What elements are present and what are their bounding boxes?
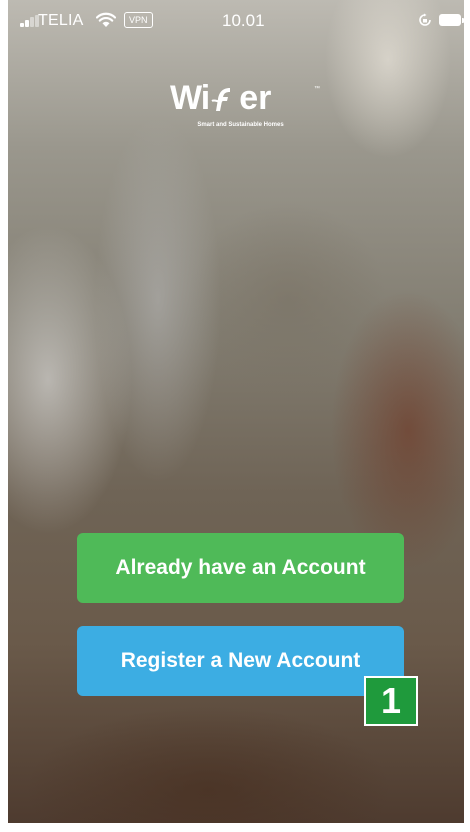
status-time: 10.01 <box>222 11 265 30</box>
step-marker: 1 <box>364 676 418 726</box>
register-new-account-button[interactable]: Register a New Account <box>77 626 404 696</box>
wifi-icon <box>96 12 116 27</box>
logo-wordmark: Wi er <box>170 79 272 117</box>
already-have-account-button[interactable]: Already have an Account <box>77 533 404 603</box>
rotation-lock-icon <box>419 13 431 26</box>
status-bar: TELIA VPN 10.01 <box>8 0 464 44</box>
battery-icon <box>439 14 461 26</box>
trademark-symbol: ™ <box>314 86 320 92</box>
logo-tagline: Smart and Sustainable Homes <box>197 122 284 128</box>
app-screen: TELIA VPN 10.01 Wi er ™ Smart and Sustai… <box>8 0 464 823</box>
logo-mark-icon <box>211 88 231 111</box>
device-frame: TELIA VPN 10.01 Wi er ™ Smart and Sustai… <box>0 0 470 832</box>
battery-tip <box>462 18 464 23</box>
wiser-logo: Wi er ™ Smart and Sustainable Homes <box>163 78 323 148</box>
vpn-badge: VPN <box>124 12 153 28</box>
carrier-name: TELIA <box>38 12 84 29</box>
